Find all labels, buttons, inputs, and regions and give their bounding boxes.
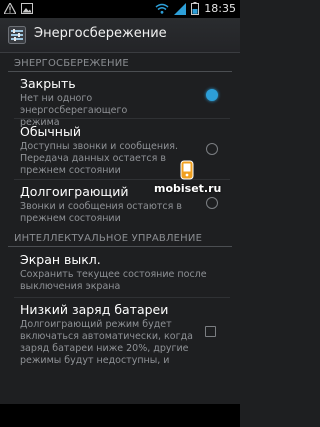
wifi-icon [155,3,169,14]
warning-icon [4,3,16,14]
radio-normal[interactable] [206,143,218,155]
navigation-bar [0,404,240,427]
setting-description: включаться автоматически, когда [20,331,193,342]
low-battery-checkbox[interactable] [205,326,216,337]
page-title: Энергосбережение [34,26,167,41]
setting-description: Сохранить текущее состояние после [20,269,207,280]
phone-logo-icon [180,160,194,180]
mode-title: Закрыть [20,76,76,91]
photo-icon [21,3,33,14]
setting-title: Низкий заряд батареи [20,302,169,317]
setting-description: Долгоиграющий режим будет [20,319,172,330]
signal-icon [174,2,187,15]
setting-description: заряд батареи ниже 20%, другие [20,343,189,354]
clock: 18:35 [204,2,236,15]
section-header-energy-saving: ЭНЕРГОСБЕРЕЖЕНИЕ [14,58,129,69]
setting-description: режимы будут недоступны, и [20,355,170,366]
mode-description: Доступны звонки и сообщения. [20,141,178,152]
divider [14,297,230,298]
action-bar: Энергосбережение [0,18,240,53]
setting-description: выключения экрана [20,281,121,292]
mode-option-close[interactable]: Закрыть Нет ни одного энергосберегающего… [20,76,196,129]
mode-description: Звонки и сообщения остаются в [20,201,182,212]
setting-screen-off[interactable]: Экран выкл. Сохранить текущее состояние … [20,252,230,293]
section-divider [8,71,232,72]
mode-description: Нет ни одного энергосберегающего [20,93,128,116]
battery-icon [191,2,200,15]
setting-title: Экран выкл. [20,252,101,267]
radio-close[interactable] [206,89,218,101]
status-bar: 18:35 [0,0,240,18]
section-header-smart-control: ИНТЕЛЛЕКТУАЛЬНОЕ УПРАВЛЕНИЕ [14,233,203,244]
radio-long-lasting[interactable] [206,197,218,209]
watermark: mobiset.ru [154,158,240,198]
setting-low-battery[interactable]: Низкий заряд батареи Долгоиграющий режим… [20,302,196,367]
mode-title: Обычный [20,124,81,139]
section-divider [8,246,232,247]
divider [14,118,230,119]
settings-icon[interactable] [8,26,26,44]
mode-description: прежнем состоянии [20,213,121,224]
watermark-text: mobiset.ru [154,182,222,195]
